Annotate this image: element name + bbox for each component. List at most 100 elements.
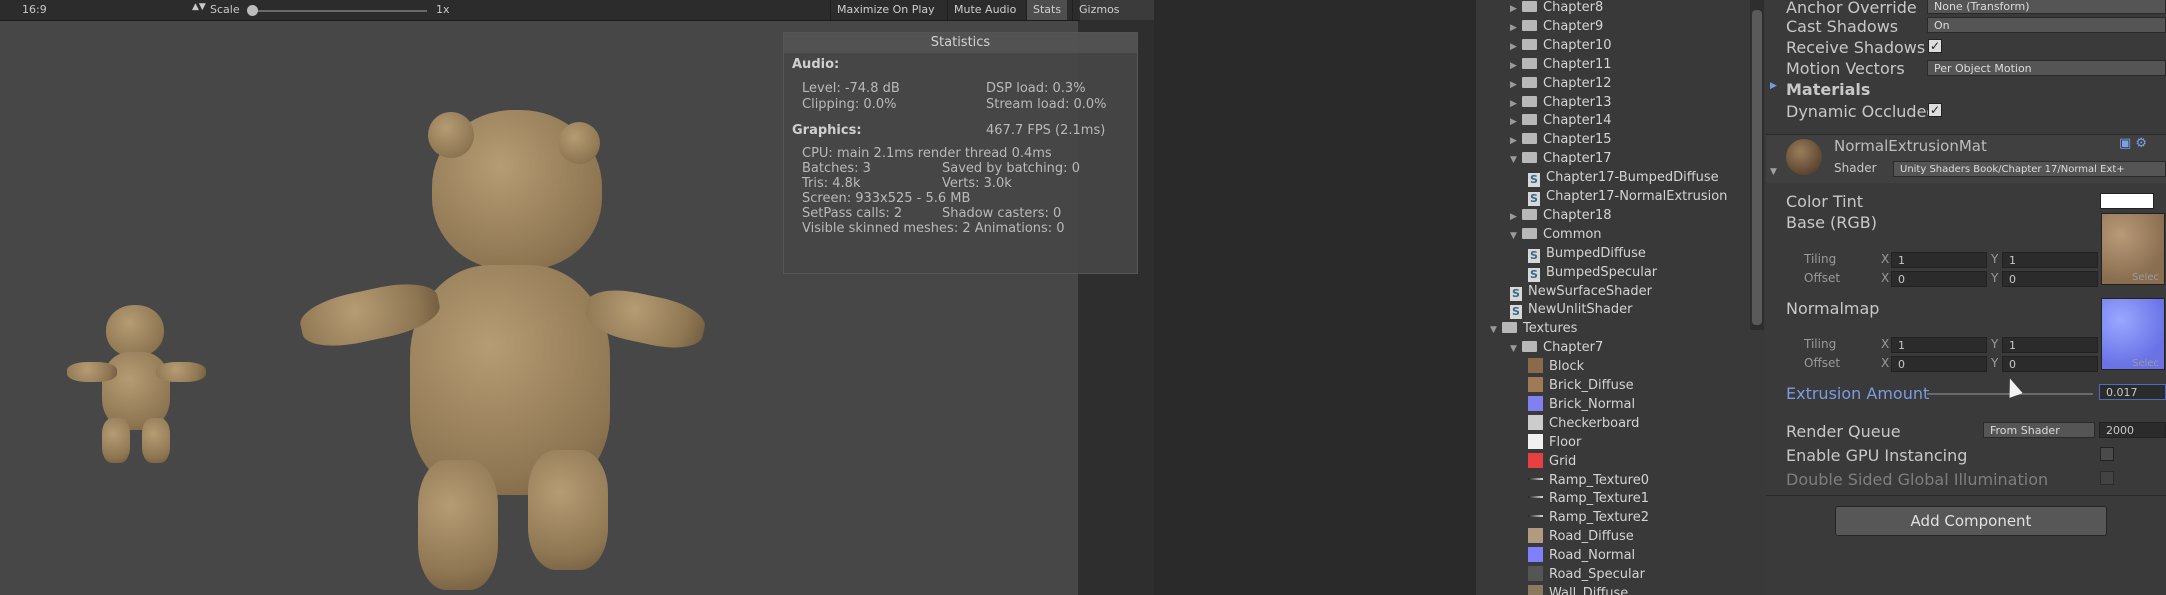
normalmap-label: Normalmap <box>1786 299 1880 318</box>
shader-asset-item[interactable]: S Chapter17-BumpedDiffuse <box>1528 168 1719 188</box>
gpu-instancing-checkbox[interactable] <box>2100 447 2114 461</box>
shader-asset-item[interactable]: S NewUnlitShader <box>1510 300 1632 320</box>
scale-slider-thumb[interactable] <box>247 5 258 16</box>
folder-item[interactable]: ▶ Chapter11 <box>1510 55 1612 74</box>
extrusion-amount-field[interactable]: 0.017 <box>2099 384 2166 400</box>
chevron-down-icon[interactable]: ▼ <box>1490 321 1502 340</box>
folder-item[interactable]: ▶ Chapter12 <box>1510 74 1612 93</box>
tree-item-label: Chapter15 <box>1543 132 1612 148</box>
double-sided-gi-label: Double Sided Global Illumination <box>1786 470 2049 489</box>
base-tiling-label: Tiling <box>1804 252 1837 266</box>
material-foldout-icon[interactable]: ▼ <box>1770 167 1777 177</box>
shader-asset-item[interactable]: S NewSurfaceShader <box>1510 282 1652 301</box>
normalmap-select-button[interactable]: Selec <box>2132 358 2159 369</box>
base-select-button[interactable]: Selec <box>2132 272 2159 283</box>
base-offset-y-field[interactable]: 0 <box>2002 271 2098 287</box>
chevron-down-icon[interactable]: ▼ <box>1510 151 1522 170</box>
folder-item[interactable]: ▶ Chapter14 <box>1510 111 1612 130</box>
anchor-override-field[interactable]: None (Transform) <box>1927 0 2166 14</box>
material-preview-sphere <box>1786 139 1822 175</box>
maximize-on-play-button[interactable]: Maximize On Play <box>830 0 941 20</box>
shader-asset-item[interactable]: S Chapter17-NormalExtrusion <box>1528 187 1727 206</box>
base-rgb-label: Base (RGB) <box>1786 213 1878 232</box>
chevron-down-icon[interactable]: ▼ <box>1510 340 1522 359</box>
texture-icon <box>1528 377 1543 392</box>
folder-item[interactable]: ▼ Chapter17 <box>1510 149 1612 168</box>
color-tint-swatch[interactable] <box>2100 193 2154 209</box>
shader-asset-item[interactable]: S BumpedSpecular <box>1528 263 1657 282</box>
texture-asset-item[interactable]: Road_Diffuse <box>1528 527 1634 546</box>
materials-foldout-icon[interactable]: ▶ <box>1770 81 1777 91</box>
receive-shadows-checkbox[interactable]: ✓ <box>1928 39 1942 53</box>
add-component-button[interactable]: Add Component <box>1835 506 2107 536</box>
folder-icon <box>1522 1 1537 12</box>
base-tiling-y-label: Y <box>1991 252 1999 266</box>
chevron-down-icon[interactable]: ▼ <box>1510 227 1522 246</box>
texture-asset-item[interactable]: Ramp_Texture2 <box>1528 508 1649 527</box>
texture-asset-item[interactable]: Wall_Diffuse <box>1528 584 1628 595</box>
extrusion-amount-label: Extrusion Amount <box>1786 384 1930 403</box>
folder-icon <box>1522 227 1537 239</box>
texture-asset-item[interactable]: Road_Normal <box>1528 546 1635 565</box>
folder-item[interactable]: ▶ Chapter13 <box>1510 93 1612 112</box>
texture-asset-item[interactable]: Brick_Normal <box>1528 395 1635 414</box>
project-panel[interactable]: ▶ Chapter8 ▶ Chapter9 ▶ Chapter10 ▶ Chapter11 ▶ C… <box>1476 0 1766 595</box>
audio-level: Level: -74.8 dB <box>802 81 900 96</box>
texture-asset-item[interactable]: Floor <box>1528 433 1581 452</box>
tree-item-label: Common <box>1543 226 1602 242</box>
texture-asset-item[interactable]: Block <box>1528 357 1584 376</box>
texture-asset-item[interactable]: Grid <box>1528 452 1576 471</box>
cast-shadows-dropdown[interactable]: On <box>1927 17 2166 33</box>
aspect-chevron-icon[interactable]: ▲▼ <box>192 2 206 12</box>
base-offset-x-field[interactable]: 0 <box>1891 271 1987 287</box>
render-queue-dropdown[interactable]: From Shader <box>1983 422 2095 438</box>
project-scrollbar-thumb[interactable] <box>1752 10 1762 325</box>
folder-item[interactable]: ▼ Chapter7 <box>1510 338 1603 357</box>
texture-asset-item[interactable]: Ramp_Texture0 <box>1528 471 1649 490</box>
tree-item-label: Ramp_Texture1 <box>1549 491 1649 507</box>
folder-item[interactable]: ▶ Chapter8 <box>1510 0 1603 17</box>
gizmos-button[interactable]: Gizmos <box>1072 0 1126 20</box>
folder-item[interactable]: ▶ Chapter15 <box>1510 130 1612 149</box>
scale-slider-track[interactable] <box>252 10 427 12</box>
materials-label[interactable]: Materials <box>1786 80 1870 99</box>
texture-icon <box>1528 433 1543 449</box>
normal-offset-x-field[interactable]: 0 <box>1891 356 1987 372</box>
folder-item[interactable]: ▼ Common <box>1510 225 1602 244</box>
folder-item[interactable]: ▶ Chapter18 <box>1510 206 1612 225</box>
normal-offset-y-field[interactable]: 0 <box>2002 356 2098 372</box>
render-queue-value-field[interactable]: 2000 <box>2099 422 2166 438</box>
mute-audio-button[interactable]: Mute Audio <box>947 0 1022 20</box>
folder-icon <box>1522 152 1537 164</box>
tree-item-label: Chapter18 <box>1543 207 1612 223</box>
ramp-texture-icon <box>1528 496 1543 499</box>
scale-value: 1x <box>436 3 450 16</box>
dynamic-occluded-checkbox[interactable]: ✓ <box>1928 103 1942 117</box>
folder-item[interactable]: ▶ Chapter9 <box>1510 17 1603 36</box>
normal-tiling-y-field[interactable]: 1 <box>2002 337 2098 353</box>
ramp-texture-icon <box>1528 477 1543 480</box>
motion-vectors-dropdown[interactable]: Per Object Motion <box>1927 60 2166 76</box>
base-tiling-y-field[interactable]: 1 <box>2002 252 2098 268</box>
small-bear-model <box>62 300 212 470</box>
normal-tiling-label: Tiling <box>1804 337 1837 351</box>
normal-tiling-x-field[interactable]: 1 <box>1891 337 1987 353</box>
aspect-dropdown[interactable]: 16:9 <box>22 3 47 16</box>
tree-item-label: Grid <box>1549 453 1577 469</box>
shader-asset-item[interactable]: S BumpedDiffuse <box>1528 244 1646 263</box>
folder-item[interactable]: ▶ Chapter10 <box>1510 36 1612 55</box>
base-offset-label: Offset <box>1804 271 1841 285</box>
stats-button[interactable]: Stats <box>1026 0 1068 20</box>
tree-item-label: Brick_Diffuse <box>1549 378 1634 393</box>
folder-item[interactable]: ▼ Textures <box>1490 319 1577 338</box>
texture-asset-item[interactable]: Checkerboard <box>1528 414 1639 433</box>
double-sided-gi-checkbox[interactable] <box>2100 471 2114 485</box>
base-tiling-x-field[interactable]: 1 <box>1891 252 1987 268</box>
shader-dropdown[interactable]: Unity Shaders Book/Chapter 17/Normal Ext… <box>1893 161 2166 177</box>
material-settings-icon[interactable]: ▣ ⚙ <box>2119 136 2147 151</box>
texture-icon <box>1528 395 1543 411</box>
texture-asset-item[interactable]: Ramp_Texture1 <box>1528 489 1649 508</box>
shadow-casters-readout: Shadow casters: 0 <box>942 206 1062 221</box>
texture-asset-item[interactable]: Brick_Diffuse <box>1528 376 1634 395</box>
texture-asset-item[interactable]: Road_Specular <box>1528 565 1645 584</box>
